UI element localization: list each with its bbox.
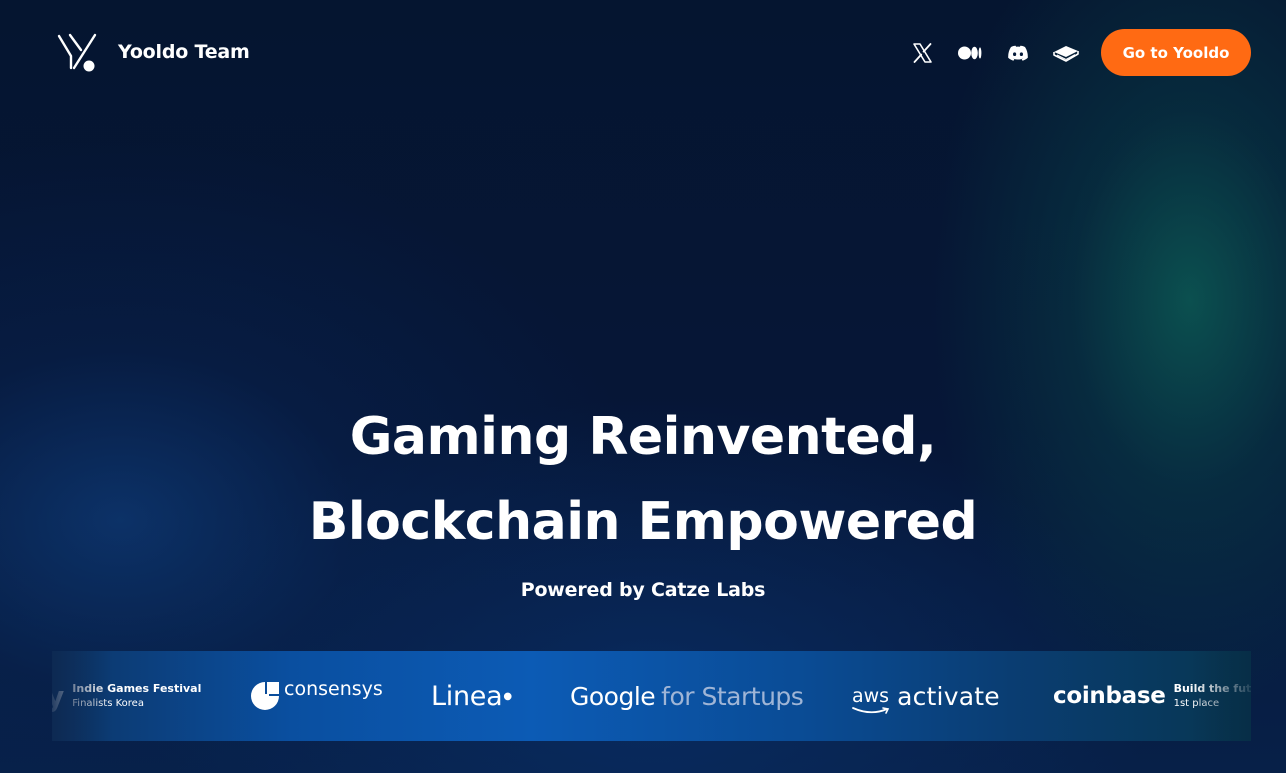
coinbase-name: coinbase [1053,683,1166,709]
hero-title-line-2: Blockchain Empowered [308,492,978,552]
google-suffix: for Startups [661,681,804,711]
aws-text: aws [852,685,890,707]
hero-title-line-1: Gaming Reinvented, [349,407,937,467]
aws-smile-icon [852,707,890,714]
x-icon[interactable] [909,40,935,66]
consensys-logo-icon [251,682,279,710]
google-name: Google [570,681,656,711]
linea-dot-icon: ● [503,690,512,702]
book-icon[interactable] [1053,40,1079,66]
strip-fade-left [52,651,112,741]
hero-title: Gaming Reinvented, Blockchain Empowered [0,395,1286,565]
linea-name: Linea [431,680,503,712]
yooldo-logo-icon [57,33,97,72]
go-to-yooldo-button[interactable]: Go to Yooldo [1101,29,1251,76]
hero-subtitle: Powered by Catze Labs [520,579,766,601]
partner-linea: Linea ● [431,651,512,741]
partner-consensys: consensys [250,651,383,741]
aws-activate: activate [897,681,1000,711]
consensys-name: consensys [284,678,383,700]
discord-icon[interactable] [1005,40,1031,66]
aws-name: aws [852,685,890,714]
brand-name: Yooldo Team [118,41,250,63]
hero-section: Gaming Reinvented, Blockchain Empowered … [0,395,1286,601]
partner-logo-strip: y Indie Games Festival Finalists Korea c… [52,651,1251,741]
social-links [887,40,1079,66]
top-navigation: Yooldo Team Go to Yooldo [0,0,1286,105]
medium-icon[interactable] [957,40,983,66]
partner-aws-activate: aws activate [852,651,1000,741]
partner-google-for-startups: Google for Startups [570,651,804,741]
logo-link[interactable]: Yooldo Team [56,32,250,72]
strip-fade-right [1191,651,1251,741]
